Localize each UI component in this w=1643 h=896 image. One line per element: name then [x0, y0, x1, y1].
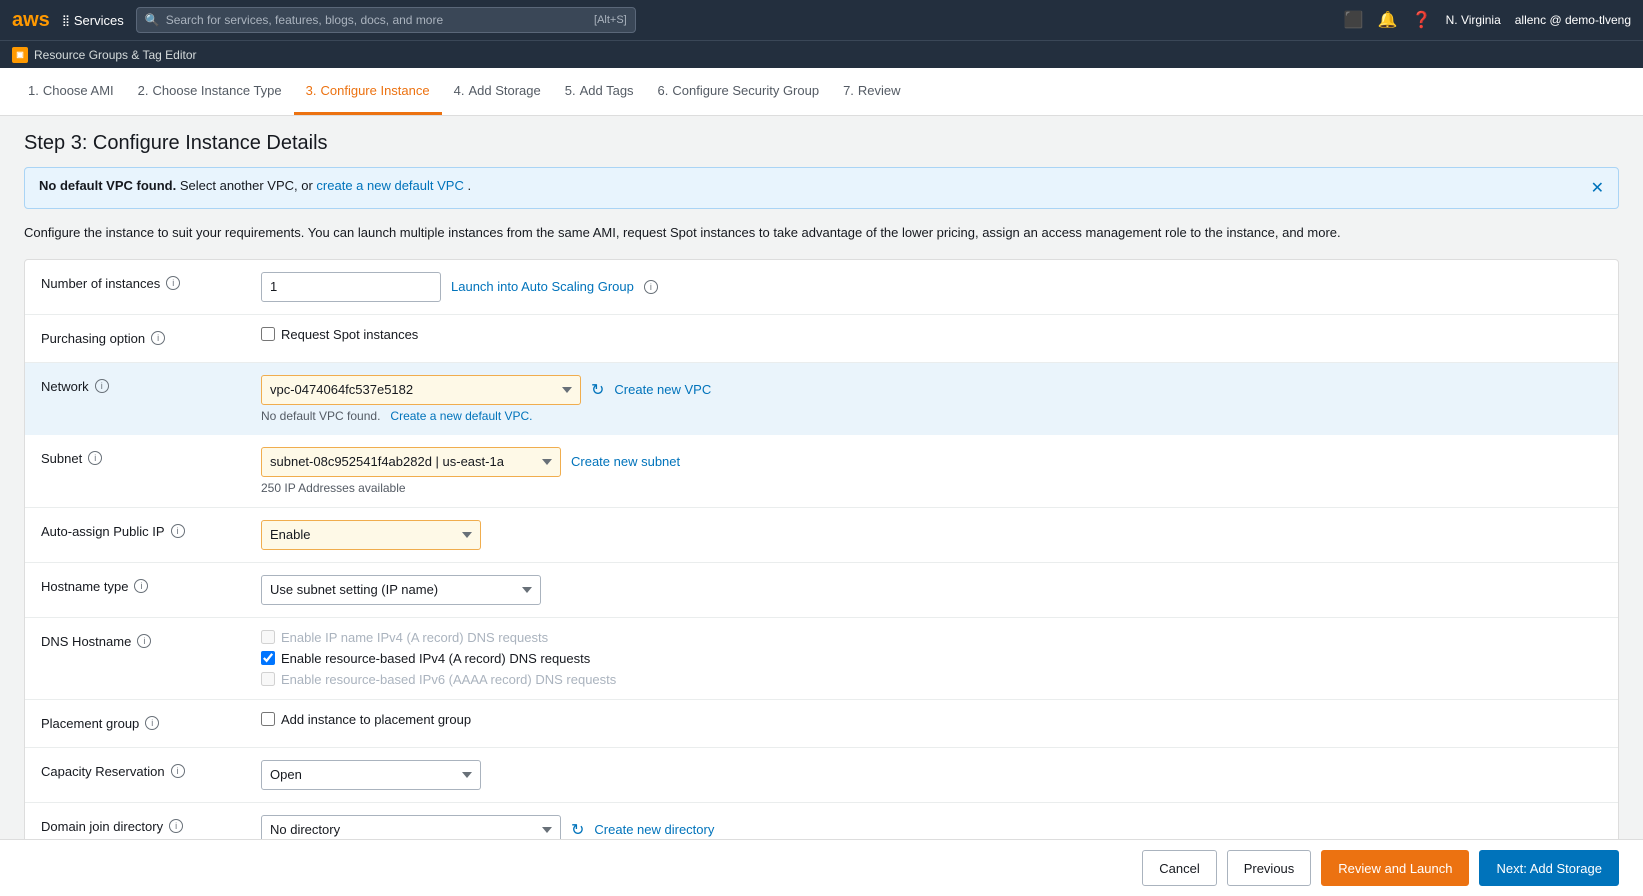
- auto-assign-public-ip-select[interactable]: Enable: [261, 520, 481, 550]
- hostname-type-select[interactable]: Use subnet setting (IP name): [261, 575, 541, 605]
- launch-auto-scaling-link[interactable]: Launch into Auto Scaling Group: [451, 279, 634, 294]
- hostname-type-label: Hostname type i: [41, 575, 261, 594]
- aws-logo: aws: [12, 9, 50, 32]
- step-2[interactable]: 2. Choose Instance Type: [126, 68, 294, 115]
- alert-close-button[interactable]: ✕: [1591, 178, 1604, 198]
- create-default-vpc-link2[interactable]: Create a new default VPC.: [390, 409, 532, 423]
- subnet-label: Subnet i: [41, 447, 261, 466]
- create-new-vpc-link[interactable]: Create new VPC: [614, 382, 711, 397]
- subnet-info-icon[interactable]: i: [88, 451, 102, 465]
- cancel-button[interactable]: Cancel: [1142, 850, 1216, 886]
- network-select[interactable]: vpc-0474064fc537e5182: [261, 375, 581, 405]
- purchasing-option-row: Purchasing option i Request Spot instanc…: [25, 315, 1618, 363]
- placement-group-row: Placement group i Add instance to placem…: [25, 700, 1618, 748]
- network-row: Network i vpc-0474064fc537e5182 ↻ Create…: [25, 363, 1618, 435]
- number-of-instances-info-icon[interactable]: i: [166, 276, 180, 290]
- number-of-instances-input[interactable]: [261, 272, 441, 302]
- subnet-select[interactable]: subnet-08c952541f4ab282d | us-east-1a: [261, 447, 561, 477]
- number-of-instances-row: Number of instances i Launch into Auto S…: [25, 260, 1618, 315]
- dns-ipv4-resource-checkbox[interactable]: [261, 651, 275, 665]
- dns-ipv6-resource-label: Enable resource-based IPv6 (AAAA record)…: [261, 672, 1602, 687]
- dns-hostname-row: DNS Hostname i Enable IP name IPv4 (A re…: [25, 618, 1618, 700]
- step-6[interactable]: 6. Configure Security Group: [646, 68, 832, 115]
- network-label: Network i: [41, 375, 261, 394]
- step-3[interactable]: 3. Configure Instance: [294, 68, 442, 115]
- request-spot-instances-label[interactable]: Request Spot instances: [261, 327, 1602, 342]
- resource-icon: ▣: [12, 47, 28, 63]
- purchasing-option-info-icon[interactable]: i: [151, 331, 165, 345]
- hostname-type-info-icon[interactable]: i: [134, 579, 148, 593]
- number-of-instances-label: Number of instances i: [41, 272, 261, 291]
- capacity-reservation-row: Capacity Reservation i Open: [25, 748, 1618, 803]
- dns-ipv4-resource-label[interactable]: Enable resource-based IPv4 (A record) DN…: [261, 651, 1602, 666]
- step-4[interactable]: 4. Add Storage: [442, 68, 553, 115]
- terminal-icon[interactable]: ⬛: [1344, 10, 1364, 30]
- no-default-vpc-text: No default VPC found.: [261, 409, 380, 423]
- next-add-storage-button[interactable]: Next: Add Storage: [1479, 850, 1619, 886]
- alert-text: No default VPC found. Select another VPC…: [39, 178, 471, 193]
- search-icon: 🔍: [145, 13, 160, 27]
- network-info-icon[interactable]: i: [95, 379, 109, 393]
- step-1[interactable]: 1. Choose AMI: [16, 68, 126, 115]
- page-footer: Cancel Previous Review and Launch Next: …: [0, 839, 1643, 896]
- placement-group-checkbox[interactable]: [261, 712, 275, 726]
- services-button[interactable]: ⣿ Services: [62, 13, 124, 28]
- dns-ipv4-label: Enable IP name IPv4 (A record) DNS reque…: [261, 630, 1602, 645]
- review-and-launch-button[interactable]: Review and Launch: [1321, 850, 1469, 886]
- capacity-reservation-select[interactable]: Open: [261, 760, 481, 790]
- create-new-subnet-link[interactable]: Create new subnet: [571, 454, 680, 469]
- placement-group-label: Placement group i: [41, 712, 261, 731]
- top-navigation: aws ⣿ Services 🔍 Search for services, fe…: [0, 0, 1643, 40]
- help-icon[interactable]: ❓: [1412, 10, 1432, 30]
- auto-assign-public-ip-row: Auto-assign Public IP i Enable: [25, 508, 1618, 563]
- dns-ipv4-checkbox: [261, 630, 275, 644]
- auto-assign-info-icon[interactable]: i: [171, 524, 185, 538]
- page-description: Configure the instance to suit your requ…: [24, 223, 1619, 243]
- auto-scaling-info-icon[interactable]: i: [644, 280, 658, 294]
- nav-right: ⬛ 🔔 ❓ N. Virginia allenc @ demo-tlveng: [1344, 10, 1631, 30]
- alert-banner: No default VPC found. Select another VPC…: [24, 167, 1619, 209]
- step-7[interactable]: 7. Review: [831, 68, 912, 115]
- subnet-row: Subnet i subnet-08c952541f4ab282d | us-e…: [25, 435, 1618, 508]
- network-refresh-icon[interactable]: ↻: [591, 380, 604, 400]
- dns-hostname-info-icon[interactable]: i: [137, 634, 151, 648]
- auto-assign-public-ip-label: Auto-assign Public IP i: [41, 520, 261, 539]
- configure-instance-form: Number of instances i Launch into Auto S…: [24, 259, 1619, 853]
- dns-ipv6-resource-checkbox: [261, 672, 275, 686]
- dns-hostname-label: DNS Hostname i: [41, 630, 261, 649]
- subnet-helper-text: 250 IP Addresses available: [261, 481, 1602, 495]
- domain-join-info-icon[interactable]: i: [169, 819, 183, 833]
- capacity-reservation-label: Capacity Reservation i: [41, 760, 261, 779]
- purchasing-option-label: Purchasing option i: [41, 327, 261, 346]
- bell-icon[interactable]: 🔔: [1378, 10, 1398, 30]
- hostname-type-row: Hostname type i Use subnet setting (IP n…: [25, 563, 1618, 618]
- global-search[interactable]: 🔍 Search for services, features, blogs, …: [136, 7, 636, 33]
- page-title: Step 3: Configure Instance Details: [24, 132, 1619, 155]
- capacity-reservation-info-icon[interactable]: i: [171, 764, 185, 778]
- domain-join-refresh-icon[interactable]: ↻: [571, 820, 584, 840]
- placement-group-checkbox-label[interactable]: Add instance to placement group: [261, 712, 1602, 727]
- main-content: Step 3: Configure Instance Details No de…: [0, 116, 1643, 852]
- resource-bar: ▣ Resource Groups & Tag Editor: [0, 40, 1643, 68]
- create-new-directory-link[interactable]: Create new directory: [594, 822, 714, 837]
- user-menu[interactable]: allenc @ demo-tlveng: [1515, 13, 1631, 27]
- domain-join-directory-label: Domain join directory i: [41, 815, 261, 834]
- placement-group-info-icon[interactable]: i: [145, 716, 159, 730]
- region-selector[interactable]: N. Virginia: [1446, 13, 1501, 27]
- create-default-vpc-link[interactable]: create a new default VPC: [316, 178, 463, 193]
- step-5[interactable]: 5. Add Tags: [553, 68, 646, 115]
- request-spot-instances-checkbox[interactable]: [261, 327, 275, 341]
- wizard-steps: 1. Choose AMI 2. Choose Instance Type 3.…: [0, 68, 1643, 116]
- previous-button[interactable]: Previous: [1227, 850, 1312, 886]
- resource-label: Resource Groups & Tag Editor: [34, 48, 197, 62]
